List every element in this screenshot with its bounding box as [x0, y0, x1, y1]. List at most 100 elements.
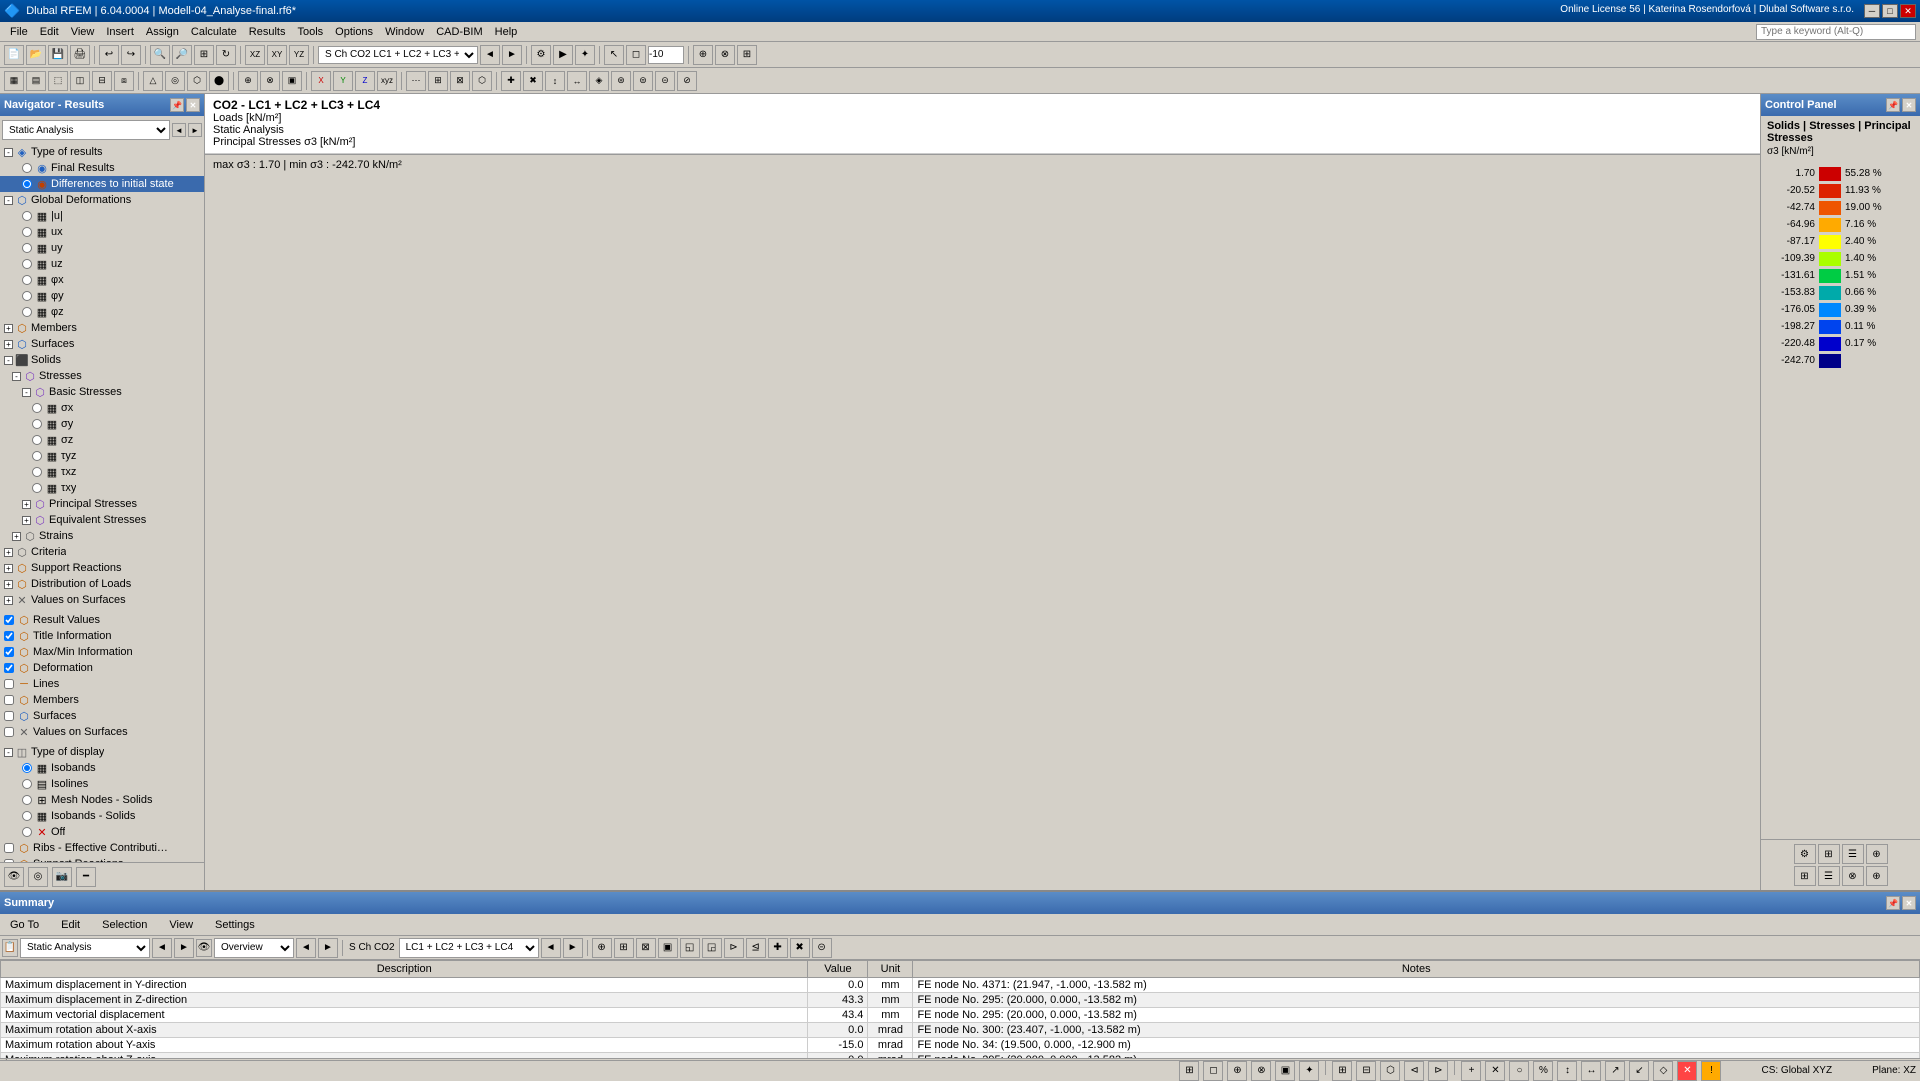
- tb2-extra9[interactable]: ⊘: [677, 71, 697, 91]
- nav-pin-button[interactable]: 📌: [170, 98, 184, 112]
- tb2-btn1[interactable]: ▦: [4, 71, 24, 91]
- tb2-extra8[interactable]: ⊝: [655, 71, 675, 91]
- summary-tool5[interactable]: ◱: [680, 938, 700, 958]
- status-error[interactable]: ✕: [1677, 1061, 1697, 1081]
- status-tool14[interactable]: ○: [1509, 1061, 1529, 1081]
- expand-support[interactable]: +: [4, 564, 13, 573]
- nav-stresses[interactable]: - ⬡ Stresses: [0, 368, 204, 384]
- legend-export-button[interactable]: ☰: [1842, 844, 1864, 864]
- extra-btn3[interactable]: ⊞: [737, 45, 757, 65]
- summary-lc-select[interactable]: LC1 + LC2 + LC3 + LC4: [399, 938, 539, 958]
- nav-phix[interactable]: ▦ φx: [0, 272, 204, 288]
- expand-global-def[interactable]: -: [4, 196, 13, 205]
- summary-tool11[interactable]: ⊝: [812, 938, 832, 958]
- nav-basic-stresses[interactable]: - ⬡ Basic Stresses: [0, 384, 204, 400]
- extra-btn2[interactable]: ⊗: [715, 45, 735, 65]
- expand-criteria[interactable]: +: [4, 548, 13, 557]
- summary-tool2[interactable]: ⊞: [614, 938, 634, 958]
- nav-uz[interactable]: ▦ uz: [0, 256, 204, 272]
- legend-btn2c[interactable]: ⊗: [1842, 866, 1864, 886]
- nav-deformation[interactable]: ⬡ Deformation: [0, 660, 204, 676]
- tb2-extra5[interactable]: ◈: [589, 71, 609, 91]
- summary-view-select[interactable]: Overview: [214, 938, 294, 958]
- menu-options[interactable]: Options: [329, 24, 379, 40]
- status-tool10[interactable]: ⊲: [1404, 1061, 1424, 1081]
- summary-view[interactable]: View: [163, 917, 199, 933]
- extra-btn1[interactable]: ⊕: [693, 45, 713, 65]
- nav-title-information[interactable]: ⬡ Title Information: [0, 628, 204, 644]
- tb2-extra1[interactable]: ✚: [501, 71, 521, 91]
- tb2-axis-xyz[interactable]: xyz: [377, 71, 397, 91]
- tb2-extra6[interactable]: ⊛: [611, 71, 631, 91]
- undo-button[interactable]: ↩: [99, 45, 119, 65]
- search-input[interactable]: [1756, 24, 1916, 40]
- tb2-more3[interactable]: ⊠: [450, 71, 470, 91]
- nav-surfaces-check[interactable]: ⬡ Surfaces: [0, 708, 204, 724]
- nav-members-check[interactable]: ⬡ Members: [0, 692, 204, 708]
- nav-tauxz[interactable]: ▦ τxz: [0, 464, 204, 480]
- load-prev-button[interactable]: ◄: [480, 45, 500, 65]
- status-tool15[interactable]: %: [1533, 1061, 1553, 1081]
- nav-members[interactable]: + ⬡ Members: [0, 320, 204, 336]
- save-button[interactable]: 💾: [48, 45, 68, 65]
- expand-stresses[interactable]: -: [12, 372, 21, 381]
- menu-calculate[interactable]: Calculate: [185, 24, 243, 40]
- menu-file[interactable]: File: [4, 24, 34, 40]
- zoom-in-button[interactable]: 🔍: [150, 45, 170, 65]
- snap-button[interactable]: ✦: [575, 45, 595, 65]
- nav-support-reactions-main[interactable]: + ⬡ Support Reactions: [0, 560, 204, 576]
- expand-val-surf[interactable]: +: [4, 596, 13, 605]
- table-row[interactable]: Maximum displacement in Z-direction43.3m…: [1, 993, 1920, 1008]
- status-tool16[interactable]: ↕: [1557, 1061, 1577, 1081]
- summary-view-next[interactable]: ►: [318, 938, 338, 958]
- menu-window[interactable]: Window: [379, 24, 430, 40]
- nav-next[interactable]: ►: [188, 123, 202, 137]
- table-row[interactable]: Maximum rotation about Y-axis-15.0mradFE…: [1, 1038, 1920, 1053]
- status-tool2[interactable]: ◻: [1203, 1061, 1223, 1081]
- tb2-more2[interactable]: ⊞: [428, 71, 448, 91]
- view-xz-button[interactable]: XZ: [245, 45, 265, 65]
- settings-button[interactable]: ⚙: [531, 45, 551, 65]
- tb2-axis-z[interactable]: Z: [355, 71, 375, 91]
- summary-data-table[interactable]: Description Value Unit Notes Maximum dis…: [0, 960, 1920, 1058]
- tb2-more4[interactable]: ⬡: [472, 71, 492, 91]
- fit-button[interactable]: ⊞: [194, 45, 214, 65]
- summary-analysis-select[interactable]: Static Analysis: [20, 938, 150, 958]
- expand-principal[interactable]: +: [22, 500, 31, 509]
- tb2-tool1[interactable]: ⊕: [238, 71, 258, 91]
- menu-cadbim[interactable]: CAD-BIM: [430, 24, 488, 40]
- status-tool17[interactable]: ↔: [1581, 1061, 1601, 1081]
- nav-close-button[interactable]: ✕: [186, 98, 200, 112]
- summary-tool9[interactable]: ✚: [768, 938, 788, 958]
- summary-next-button[interactable]: ►: [174, 938, 194, 958]
- tb2-btn5[interactable]: ⊟: [92, 71, 112, 91]
- legend-btn2b[interactable]: ☰: [1818, 866, 1840, 886]
- status-tool20[interactable]: ◇: [1653, 1061, 1673, 1081]
- tb2-extra7[interactable]: ⊜: [633, 71, 653, 91]
- status-tool18[interactable]: ↗: [1605, 1061, 1625, 1081]
- expand-members[interactable]: +: [4, 324, 13, 333]
- nav-maxmin-information[interactable]: ⬡ Max/Min Information: [0, 644, 204, 660]
- expand-display[interactable]: -: [4, 748, 13, 757]
- nav-prev[interactable]: ◄: [172, 123, 186, 137]
- tb2-more1[interactable]: ⋯: [406, 71, 426, 91]
- nav-btn-eye[interactable]: ◎: [28, 867, 48, 887]
- nav-btn-pin[interactable]: ━: [76, 867, 96, 887]
- menu-assign[interactable]: Assign: [140, 24, 185, 40]
- expand-surfaces[interactable]: +: [4, 340, 13, 349]
- scale-input[interactable]: [648, 46, 684, 64]
- summary-tool4[interactable]: ▣: [658, 938, 678, 958]
- nav-surfaces[interactable]: + ⬡ Surfaces: [0, 336, 204, 352]
- tb2-extra4[interactable]: ↔: [567, 71, 587, 91]
- expand-type-results[interactable]: -: [4, 148, 13, 157]
- tb2-view1[interactable]: △: [143, 71, 163, 91]
- tb2-btn2[interactable]: ▤: [26, 71, 46, 91]
- menu-tools[interactable]: Tools: [291, 24, 329, 40]
- nav-mesh-nodes-solids[interactable]: ⊞ Mesh Nodes - Solids: [0, 792, 204, 808]
- restore-button[interactable]: □: [1882, 4, 1898, 18]
- zoom-out-button[interactable]: 🔎: [172, 45, 192, 65]
- tb2-view2[interactable]: ◎: [165, 71, 185, 91]
- load-combo-select[interactable]: S Ch CO2 LC1 + LC2 + LC3 + LC4: [318, 46, 478, 64]
- tb2-tool3[interactable]: ▣: [282, 71, 302, 91]
- expand-basic-stress[interactable]: -: [22, 388, 31, 397]
